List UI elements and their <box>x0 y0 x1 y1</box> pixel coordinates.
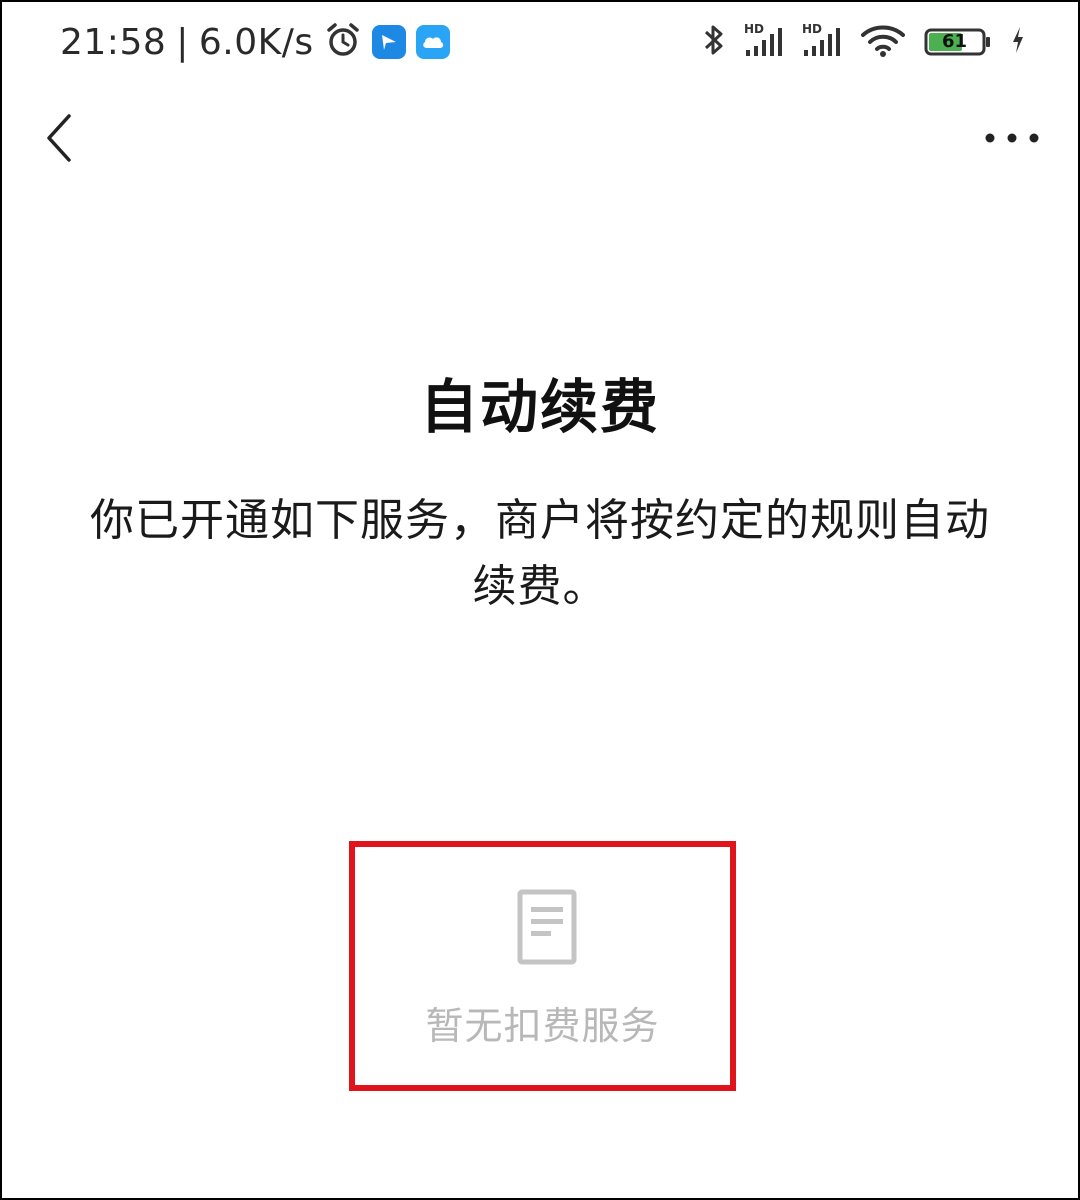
bluetooth-icon <box>702 22 726 62</box>
status-time: 21:58 <box>60 21 167 63</box>
wifi-icon <box>860 22 906 62</box>
status-right: HD HD 61 <box>702 20 1026 64</box>
battery-level: 61 <box>942 31 968 52</box>
status-left: 21:58 | 6.0K/s <box>60 18 450 66</box>
cloud-app-icon <box>415 25 450 59</box>
hd-signal-icon: HD <box>802 22 842 60</box>
page-description: 你已开通如下服务，商户将按约定的规则自动续费。 <box>90 495 990 612</box>
charging-icon <box>1010 25 1026 59</box>
battery-icon: 61 <box>924 27 992 57</box>
document-icon <box>517 889 577 965</box>
alarm-icon <box>324 21 362 63</box>
hd-signal-icon: HD <box>744 22 784 60</box>
more-button[interactable] <box>982 118 1042 158</box>
chevron-left-icon <box>47 114 71 162</box>
empty-state: 暂无扣费服务 <box>349 841 736 1091</box>
network-speed: 6.0K/s <box>198 21 314 63</box>
status-separator: | <box>176 21 189 63</box>
page-title: 自动续费 <box>419 373 660 441</box>
empty-state-text: 暂无扣费服务 <box>425 1004 660 1048</box>
back-button[interactable] <box>34 108 84 168</box>
app-notification-icon <box>371 25 406 59</box>
status-bar: 21:58 | 6.0K/s HD HD 61 <box>0 0 1080 84</box>
more-horizontal-icon <box>985 133 1039 143</box>
